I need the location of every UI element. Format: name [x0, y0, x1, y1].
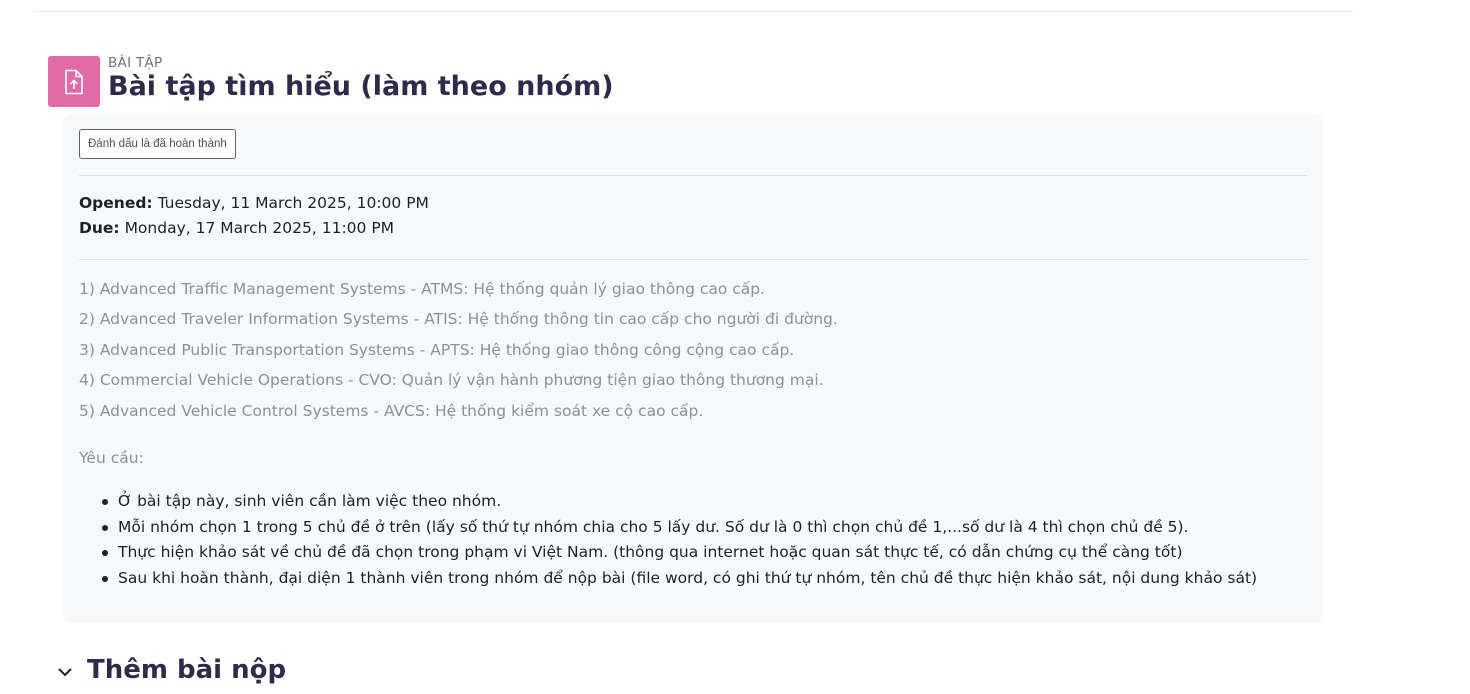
due-label: Due:	[79, 219, 120, 237]
requirement-item: Sau khi hoàn thành, đại diện 1 thành viê…	[100, 567, 1257, 593]
page-title: Bài tập tìm hiểu (làm theo nhóm)	[108, 71, 614, 102]
opened-label: Opened:	[79, 194, 153, 212]
topic-item: 1) Advanced Traffic Management Systems -…	[79, 280, 766, 298]
due-date: Due: Monday, 17 March 2025, 11:00 PM	[79, 219, 394, 237]
divider	[79, 259, 1307, 260]
chevron-down-icon[interactable]	[55, 662, 75, 682]
topic-item: 3) Advanced Public Transportation System…	[79, 341, 795, 359]
due-value: Monday, 17 March 2025, 11:00 PM	[124, 219, 395, 237]
top-divider	[33, 11, 1353, 12]
divider	[79, 175, 1307, 176]
topic-item: 5) Advanced Vehicle Control Systems - AV…	[79, 402, 704, 420]
opened-date: Opened: Tuesday, 11 March 2025, 10:00 PM	[79, 194, 429, 212]
topic-item: 2) Advanced Traveler Information Systems…	[79, 310, 838, 328]
requirement-item: Ở bài tập này, sinh viên cần làm việc th…	[100, 490, 1257, 516]
mark-as-done-button[interactable]: Đánh dấu là đã hoàn thành	[79, 129, 236, 159]
assignment-upload-icon	[48, 56, 100, 107]
activity-type-label: BÀI TẬP	[108, 55, 163, 71]
add-submission-section-title[interactable]: Thêm bài nộp	[87, 655, 286, 685]
requirement-item: Mỗi nhóm chọn 1 trong 5 chủ đề ở trên (l…	[100, 516, 1257, 542]
requirements-list: Ở bài tập này, sinh viên cần làm việc th…	[100, 490, 1257, 592]
opened-value: Tuesday, 11 March 2025, 10:00 PM	[157, 194, 429, 212]
topic-item: 4) Commercial Vehicle Operations - CVO: …	[79, 371, 824, 389]
requirement-item: Thực hiện khảo sát về chủ đề đã chọn tro…	[100, 541, 1257, 567]
requirements-label: Yêu cầu:	[79, 449, 144, 467]
